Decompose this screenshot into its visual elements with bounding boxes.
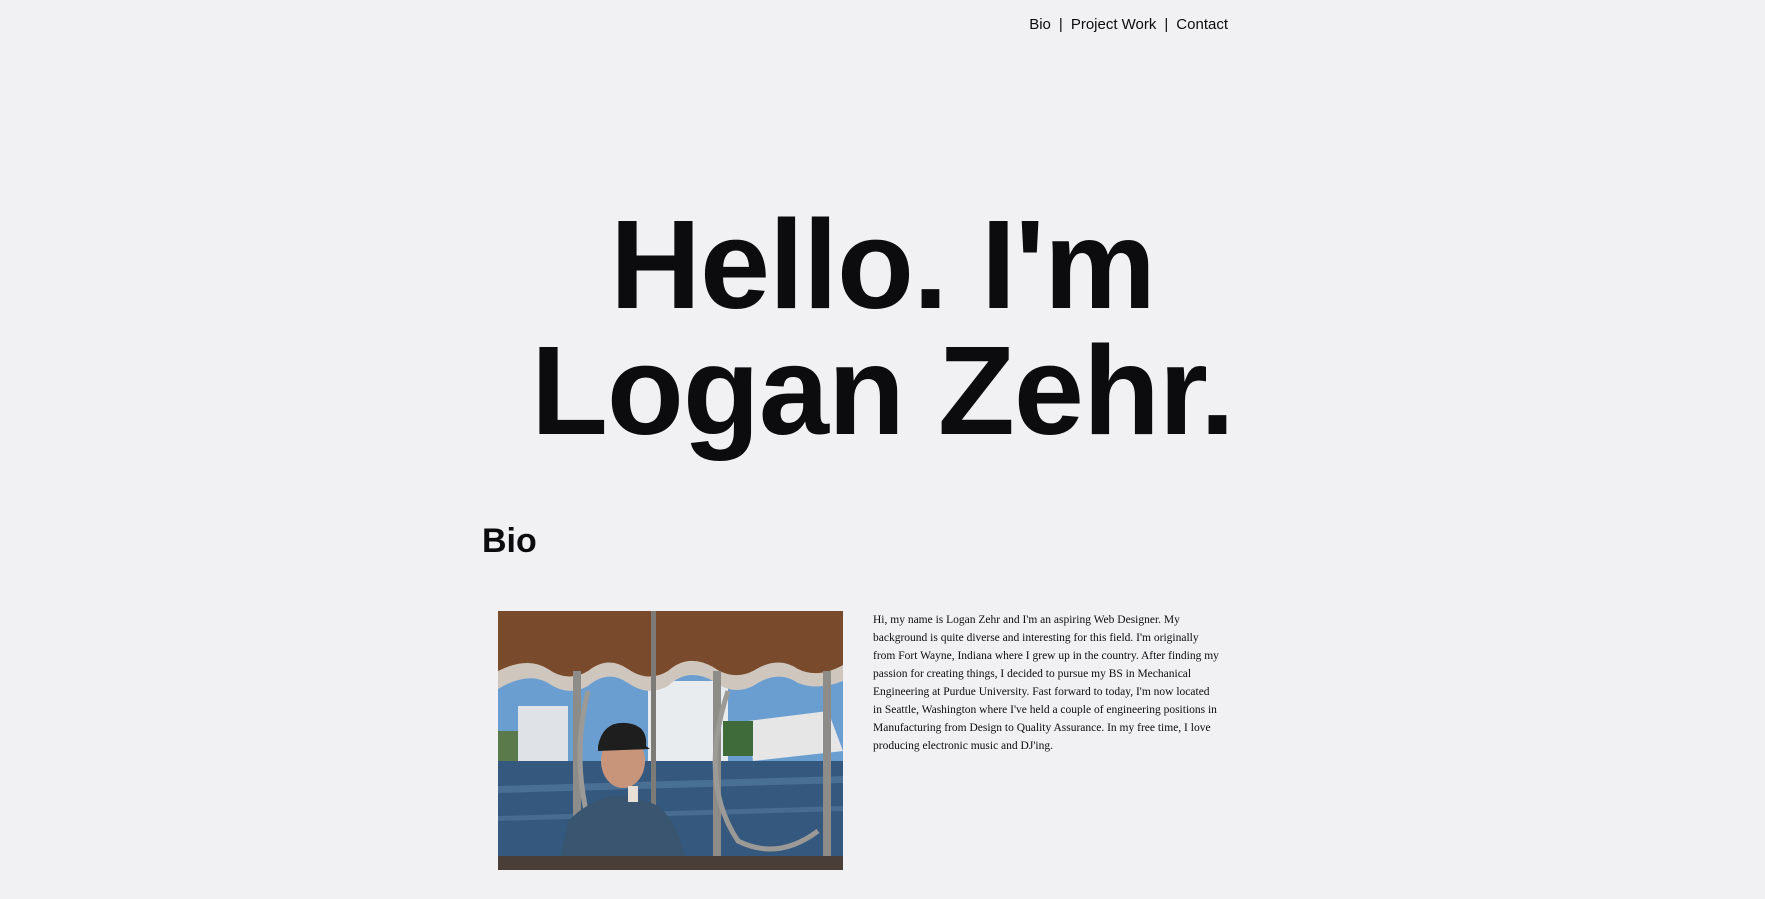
hero-line-1: Hello. I'm [609,194,1156,336]
top-nav: Bio | Project Work | Contact [1029,15,1228,35]
nav-link-bio[interactable]: Bio [1029,16,1051,33]
nav-separator: | [1164,16,1169,33]
hero-line-2: Logan Zehr. [530,320,1235,462]
bio-paragraph: Hi, my name is Logan Zehr and I'm an asp… [873,614,1219,752]
bio-section-heading: Bio [482,522,537,560]
bio-photo [498,611,843,870]
nav-separator: | [1058,16,1063,33]
nav-link-project-work[interactable]: Project Work [1071,16,1157,33]
nav-link-contact[interactable]: Contact [1176,16,1228,33]
portrait-photo-icon [498,611,843,870]
hero-heading: Hello. I'm Logan Zehr. [0,202,1765,454]
